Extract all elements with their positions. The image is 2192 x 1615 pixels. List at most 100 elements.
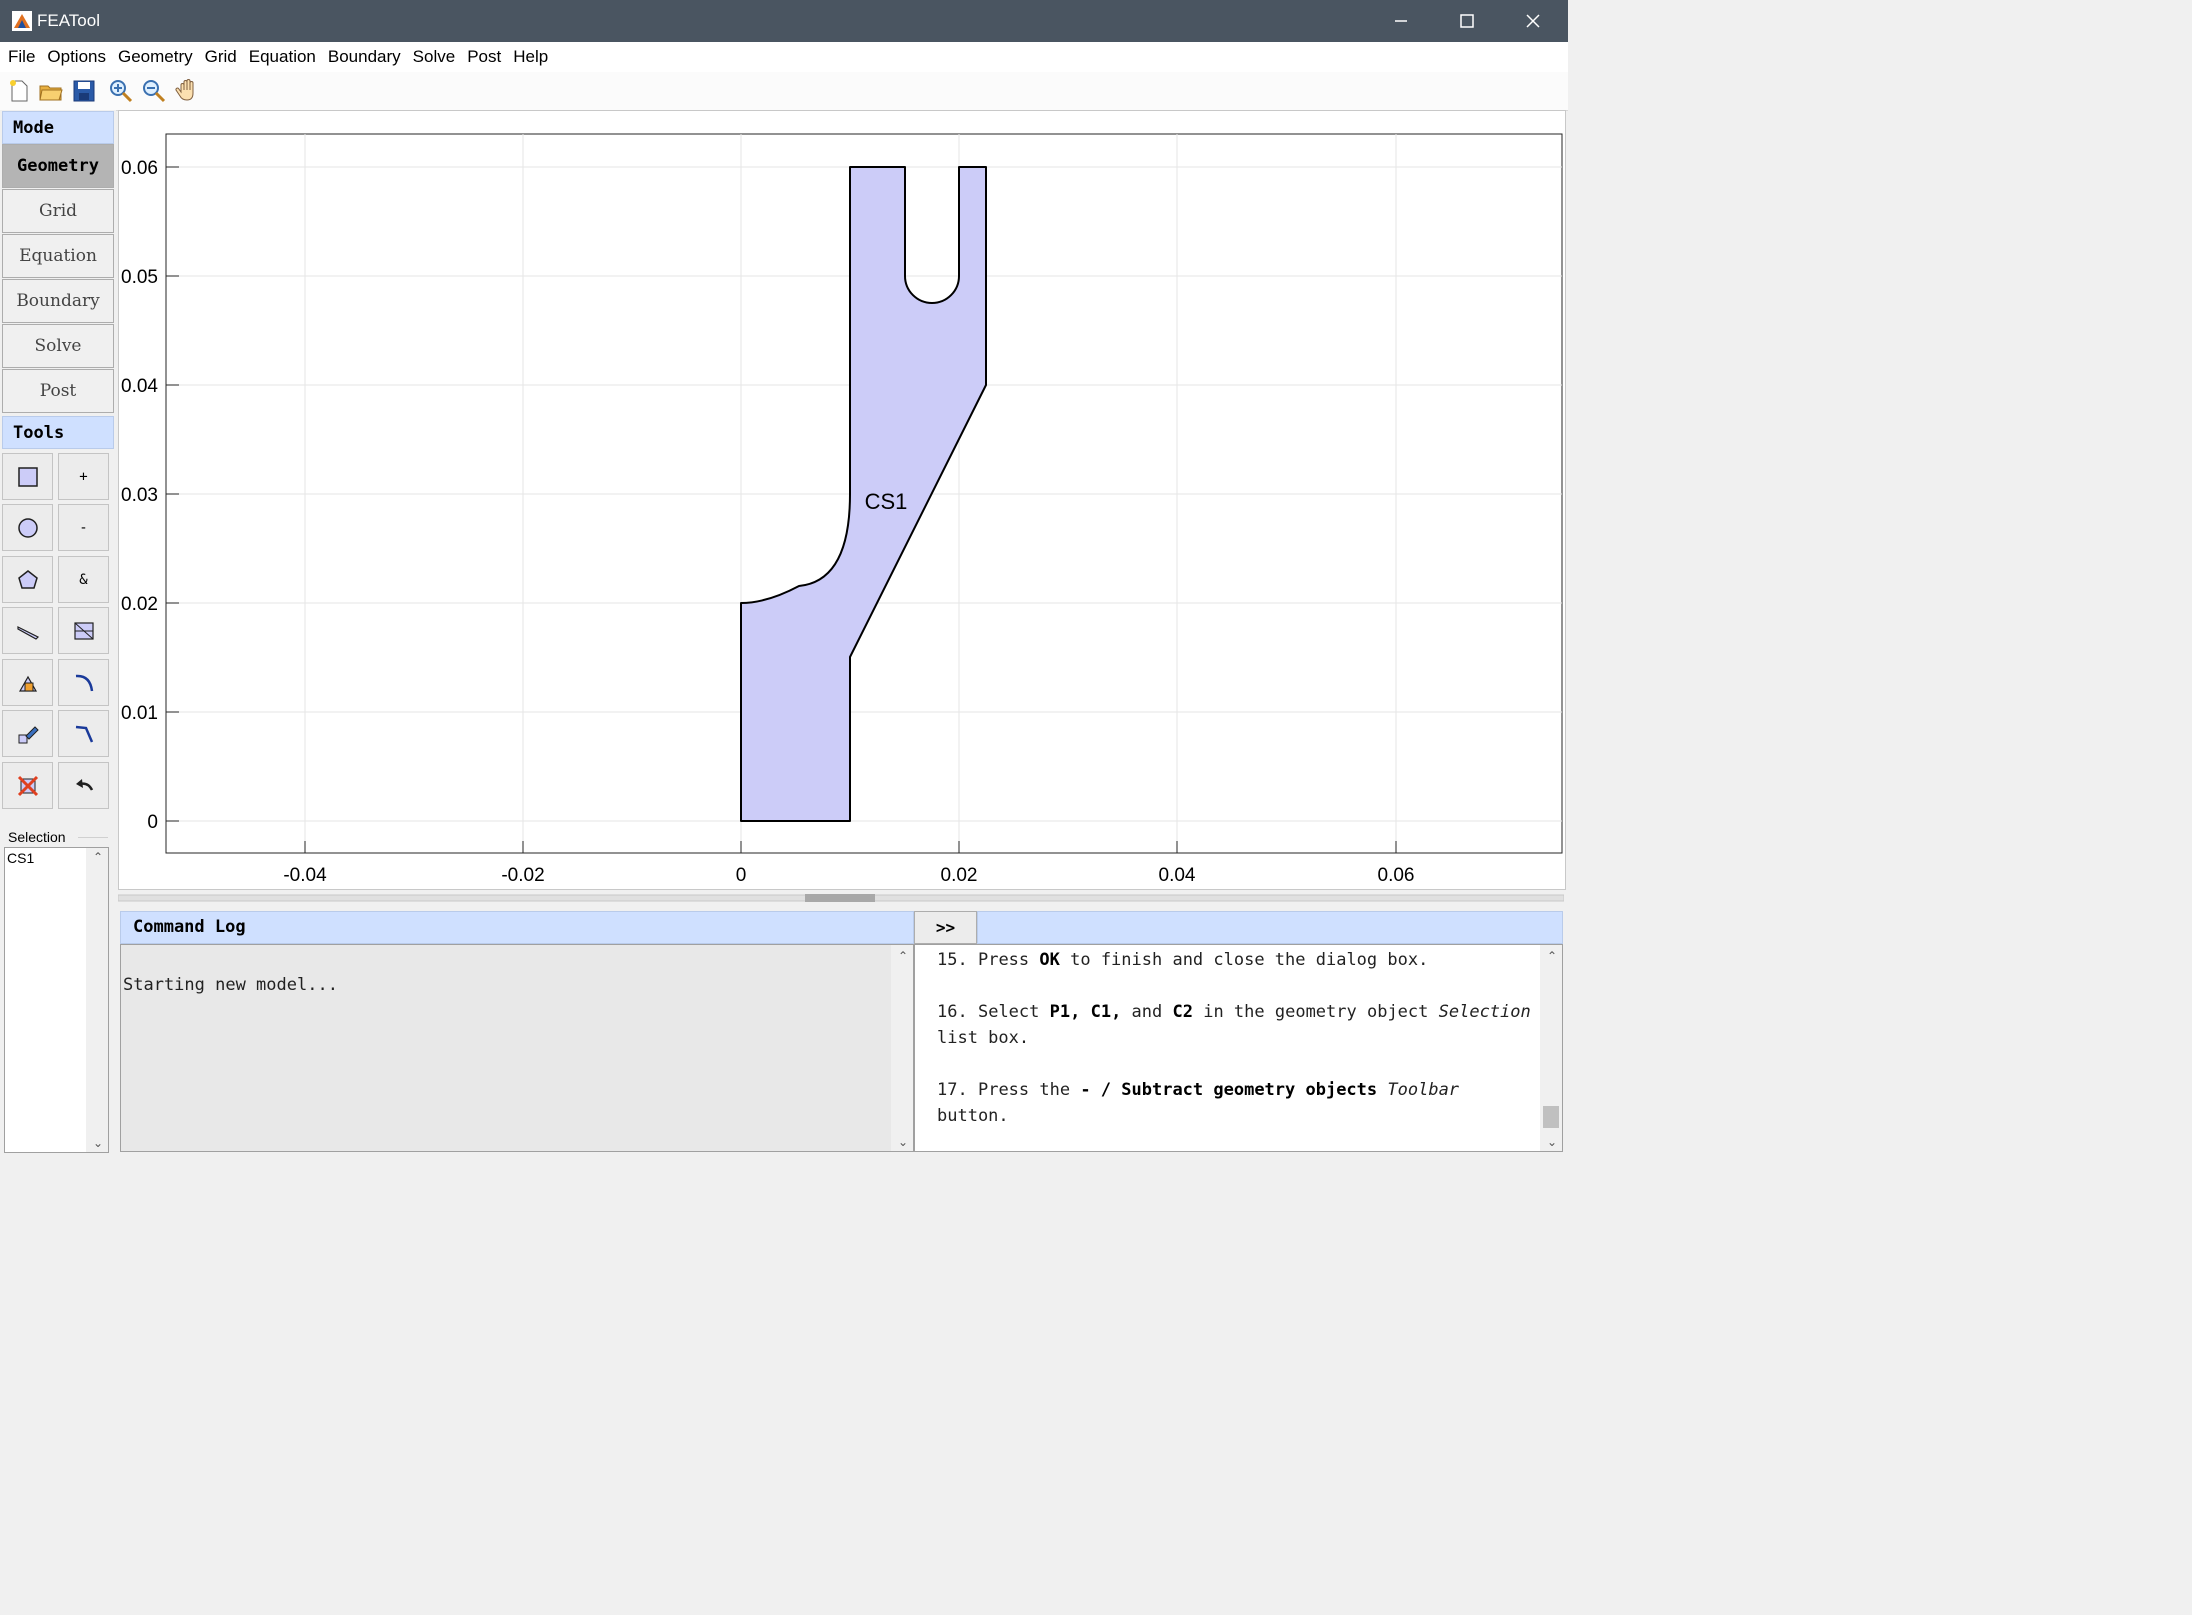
intersect-button[interactable]: & [58,556,109,603]
help-scrollbar[interactable]: ⌃ ⌄ [1540,945,1562,1151]
minimize-icon [1395,20,1407,22]
menu-file[interactable]: File [0,47,41,67]
undo-tool-button[interactable] [58,762,109,809]
delete-tool-button[interactable] [2,762,53,809]
log-scrollbar[interactable]: ⌃ ⌄ [891,945,913,1151]
close-icon [1526,14,1540,28]
tools-header: Tools [2,416,114,449]
line-tool-button[interactable] [2,607,53,654]
grid-select-button[interactable] [58,607,109,654]
rectangle-icon [17,466,38,487]
pan-hand-icon[interactable] [175,78,201,104]
menu-help[interactable]: Help [507,47,554,67]
selection-item[interactable]: CS1 [7,850,34,866]
y-tick-label: 0.04 [121,376,158,397]
scroll-up-icon[interactable]: ⌃ [93,850,103,864]
zoom-out-icon[interactable] [141,78,167,104]
mode-grid-button[interactable]: Grid [2,189,114,233]
menu-boundary[interactable]: Boundary [322,47,407,67]
x-tick-label: 0.02 [941,865,978,886]
mode-header: Mode [2,111,114,144]
polygon-tool-button[interactable] [2,556,53,603]
y-tick-label: 0.06 [121,158,158,179]
circle-tool-button[interactable] [2,504,53,551]
chamfer-icon [75,725,93,742]
mode-boundary-button[interactable]: Boundary [2,279,114,323]
command-log[interactable]: Starting new model... ⌃ ⌄ [120,944,914,1152]
menu-options[interactable]: Options [41,47,112,67]
window-title: FEATool [37,11,100,30]
x-tick-label: -0.04 [283,865,327,886]
maximize-icon [1460,14,1474,28]
y-tick-label: 0.01 [121,703,158,724]
close-button[interactable] [1500,0,1566,42]
help-scroll-thumb[interactable] [1543,1106,1559,1128]
subtract-button[interactable]: - [58,504,109,551]
menu-grid[interactable]: Grid [199,47,243,67]
scroll-up-icon[interactable]: ⌃ [1547,949,1557,963]
mode-post-button[interactable]: Post [2,369,114,413]
menu-post[interactable]: Post [461,47,507,67]
selection-label: Selection [8,829,68,845]
chamfer-tool-button[interactable] [58,710,109,757]
fillet-icon [75,674,93,691]
undo-icon [75,778,93,791]
y-tick-label: 0 [147,812,158,833]
featool-logo-icon [12,11,32,31]
circle-icon [17,517,38,538]
object-label: CS1 [865,489,908,514]
scroll-down-icon[interactable]: ⌄ [1547,1135,1557,1149]
command-log-header: Command Log [120,911,914,944]
scroll-up-icon[interactable]: ⌃ [898,949,908,963]
plot-canvas[interactable]: -0.04 -0.02 0 0.02 0.04 0.06 0 0.01 0.02… [119,111,1565,889]
scroll-down-icon[interactable]: ⌄ [898,1135,908,1149]
new-file-icon[interactable] [6,78,32,104]
mode-geometry-button[interactable]: Geometry [2,144,114,188]
line-icon [16,625,39,640]
x-tick-label: -0.02 [501,865,544,886]
menu-bar: File Options Geometry Grid Equation Boun… [0,42,1568,72]
selection-divider [78,837,108,838]
polygon-icon [17,569,38,589]
expand-toggle-button[interactable]: >> [914,911,977,944]
geometry-plot[interactable]: -0.04 -0.02 0 0.02 0.04 0.06 0 0.01 0.02… [118,110,1566,890]
x-tick-label: 0 [736,865,747,886]
union-button[interactable]: + [58,453,109,500]
save-icon[interactable] [71,78,97,104]
mode-equation-button[interactable]: Equation [2,234,114,278]
title-bar: FEATool [0,0,1568,42]
menu-geometry[interactable]: Geometry [112,47,199,67]
selection-listbox[interactable]: CS1 ⌃ ⌄ [4,847,109,1153]
intersect-label: & [79,571,88,588]
help-text: 15. Press OK to finish and close the dia… [937,947,1537,1151]
selection-scrollbar[interactable]: ⌃ ⌄ [86,848,108,1152]
command-log-text: Starting new model... [123,975,338,995]
transform-icon [18,675,37,692]
minimize-button[interactable] [1368,0,1434,42]
y-tick-label: 0.03 [121,485,158,506]
maximize-button[interactable] [1434,0,1500,42]
y-tick-label: 0.02 [121,594,158,615]
subtract-label: - [79,519,88,536]
transform-tool-button[interactable] [2,659,53,706]
toolbar [0,72,1568,111]
zoom-in-icon[interactable] [108,78,134,104]
help-panel[interactable]: 15. Press OK to finish and close the dia… [914,944,1563,1152]
fillet-tool-button[interactable] [58,659,109,706]
scroll-down-icon[interactable]: ⌄ [93,1136,103,1150]
x-tick-label: 0.06 [1378,865,1415,886]
menu-solve[interactable]: Solve [407,47,462,67]
left-panel: Mode Geometry Grid Equation Boundary Sol… [0,110,116,1155]
menu-equation[interactable]: Equation [243,47,322,67]
edit-tool-button[interactable] [2,710,53,757]
delete-icon [17,775,38,796]
mode-solve-button[interactable]: Solve [2,324,114,368]
splitter-thumb[interactable] [805,894,875,902]
open-folder-icon[interactable] [38,78,64,104]
edit-icon [18,725,39,743]
help-step-15: 15. Press OK to finish and close the dia… [937,950,1429,970]
help-header [977,911,1563,944]
rectangle-tool-button[interactable] [2,453,53,500]
grid-select-icon [73,621,94,640]
panel-splitter[interactable] [118,892,1564,904]
